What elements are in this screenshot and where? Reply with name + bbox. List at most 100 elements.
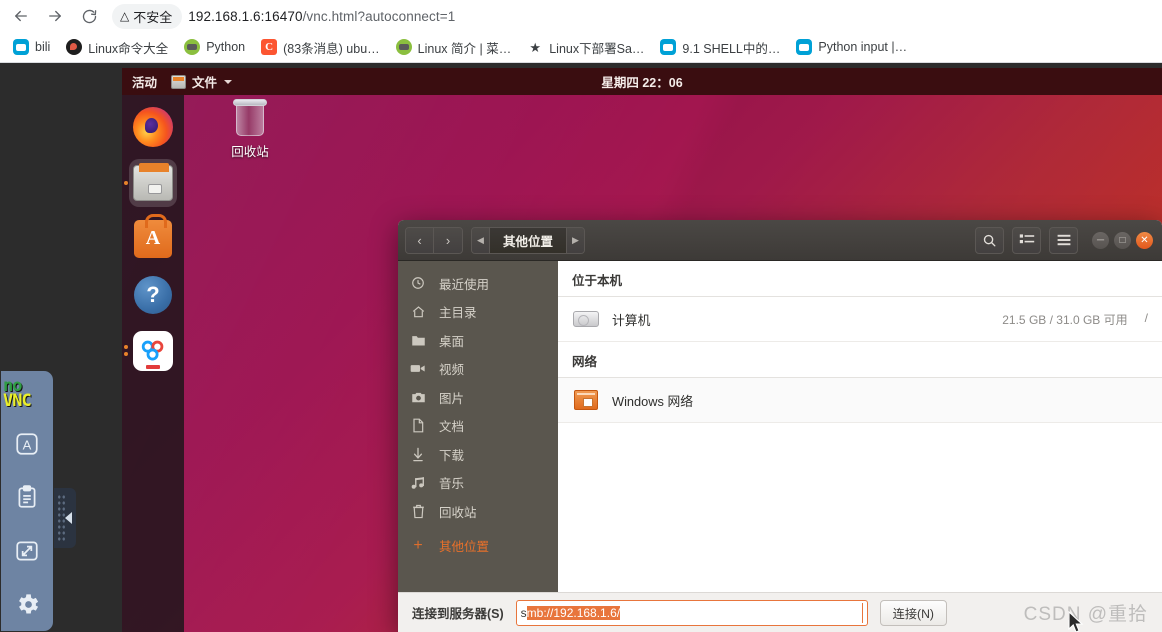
sidebar-item-downloads[interactable]: 下载: [398, 440, 558, 469]
clock[interactable]: 星期四 22：06: [122, 72, 1162, 91]
clipboard-icon[interactable]: [0, 470, 54, 524]
svg-text:A: A: [23, 437, 32, 452]
sidebar-item-label: 桌面: [439, 334, 465, 349]
runoob-icon: [395, 39, 412, 55]
forward-arrow-icon: [49, 10, 61, 22]
bookmark-linux-intro[interactable]: Linux 简介 | 菜…: [389, 35, 519, 60]
sidebar-item-label: 视频: [439, 363, 465, 378]
view-toggle-button[interactable]: [1012, 226, 1041, 254]
connect-to-server-label: 连接到服务器(S): [412, 607, 504, 621]
sidebar-item-label: 文档: [439, 420, 465, 435]
breadcrumb-item-other-locations[interactable]: 其他位置: [489, 227, 568, 253]
maximize-button[interactable]: □: [1114, 231, 1131, 249]
vnc-canvas[interactable]: 活动 文件 星期四 22：06 回收站 A ? ‹ › ◀ 其他位置 ▶ ─ □…: [122, 68, 1162, 632]
sidebar-item-recent[interactable]: 最近使用: [398, 269, 558, 298]
bookmark-label: Python: [206, 40, 246, 54]
bookmark-python-input[interactable]: Python input |…: [789, 36, 914, 58]
sidebar-item-trash[interactable]: 回收站: [398, 497, 558, 526]
sidebar-item-home[interactable]: 主目录: [398, 298, 558, 327]
address-bar[interactable]: △ 不安全 192.168.1.6:16470/vnc.html?autocon…: [112, 2, 1162, 30]
window-controls: ─ □ ✕: [1092, 231, 1155, 249]
browser-toolbar: △ 不安全 192.168.1.6:16470/vnc.html?autocon…: [0, 0, 1162, 32]
bookmark-linux-samba[interactable]: ★ Linux下部署Sa…: [520, 35, 651, 60]
bilibili-icon: [796, 39, 813, 55]
sidebar-item-label: 最近使用: [439, 277, 490, 292]
hard-drive-icon: [572, 311, 600, 327]
bookmark-linux-commands[interactable]: Linux命令大全: [59, 35, 175, 60]
sidebar-item-label: 音乐: [439, 477, 465, 492]
nautilus-header-bar: ‹ › ◀ 其他位置 ▶ ─ □ ✕: [398, 220, 1162, 261]
dock-item-files[interactable]: [124, 159, 177, 207]
bookmark-bili[interactable]: bili: [6, 36, 57, 58]
url-text: 192.168.1.6:16470/vnc.html?autoconnect=1: [188, 9, 455, 24]
back-button[interactable]: [4, 1, 38, 31]
forward-chevron-icon: ›: [445, 232, 451, 248]
url-host: 192.168.1.6:16470: [188, 8, 303, 24]
row-name: 计算机: [612, 312, 651, 328]
row-name: Windows 网络: [612, 393, 694, 409]
chevron-left-icon: [64, 512, 72, 524]
csdn-icon: C: [261, 39, 278, 55]
forward-button[interactable]: [38, 1, 72, 31]
bookmark-shell[interactable]: 9.1 SHELL中的…: [653, 35, 787, 60]
nautilus-forward-button[interactable]: ›: [434, 227, 462, 253]
nautilus-content: 位于本机 计算机 21.5 GB / 31.0 GB 可用 / 网络 Windo…: [558, 261, 1162, 592]
sidebar-item-pictures[interactable]: 图片: [398, 383, 558, 412]
sidebar-item-documents[interactable]: 文档: [398, 412, 558, 441]
server-address-selection: mb://192.168.1.6/: [526, 605, 621, 620]
running-indicator: [124, 345, 128, 350]
breadcrumb-scroll-left[interactable]: ◀: [472, 227, 489, 253]
settings-gear-icon[interactable]: [0, 577, 54, 631]
dock-item-baidu-netdisk[interactable]: [124, 327, 177, 375]
minimize-button[interactable]: ─: [1092, 231, 1109, 249]
nautilus-window: ‹ › ◀ 其他位置 ▶ ─ □ ✕ 最近使用 主目录 桌面 视频 图片 文档 …: [398, 220, 1162, 632]
trash-icon: [233, 98, 267, 136]
sidebar-item-music[interactable]: 音乐: [398, 469, 558, 498]
hamburger-menu-icon: [1057, 234, 1070, 246]
sidebar-item-desktop[interactable]: 桌面: [398, 326, 558, 355]
table-row[interactable]: 计算机 21.5 GB / 31.0 GB 可用 /: [558, 297, 1162, 342]
bookmark-label: 9.1 SHELL中的…: [682, 41, 781, 56]
sidebar-item-videos[interactable]: 视频: [398, 355, 558, 384]
dock-item-help[interactable]: ?: [129, 271, 177, 319]
text-caret: [861, 602, 863, 623]
running-indicator: [124, 181, 128, 185]
clock-icon: [410, 276, 426, 290]
bookmark-csdn-ubuntu[interactable]: C (83条消息) ubu…: [254, 35, 387, 60]
sidebar-item-label: 其他位置: [439, 540, 490, 555]
server-address-input[interactable]: smb://192.168.1.6/: [515, 599, 868, 626]
fullscreen-icon[interactable]: [0, 524, 54, 578]
close-button[interactable]: ✕: [1136, 231, 1153, 249]
baidu-netdisk-icon: [133, 331, 173, 371]
connect-button[interactable]: 连接(N): [879, 599, 947, 626]
section-heading-local: 位于本机: [558, 261, 1162, 297]
bookmark-label: Linux下部署Sa…: [549, 41, 645, 56]
list-view-icon: [1019, 234, 1034, 244]
search-button[interactable]: [975, 226, 1004, 254]
security-status-chip[interactable]: △ 不安全: [112, 3, 183, 29]
bookmark-label: Linux 简介 | 菜…: [417, 41, 512, 56]
dock-item-ubuntu-software[interactable]: [129, 214, 177, 263]
table-row[interactable]: Windows 网络: [558, 378, 1162, 423]
search-icon: [983, 234, 996, 246]
bookmarks-bar: bili Linux命令大全 Python C (83条消息) ubu… Lin…: [0, 32, 1162, 63]
keyboard-icon[interactable]: A: [0, 417, 54, 471]
document-icon: [410, 418, 426, 433]
screenshot-root: △ 不安全 192.168.1.6:16470/vnc.html?autocon…: [0, 0, 1162, 632]
bookmark-label: Python input |…: [818, 40, 908, 54]
bookmark-label: (83条消息) ubu…: [283, 41, 380, 56]
bilibili-icon: [660, 39, 677, 55]
reload-button[interactable]: [72, 1, 106, 31]
row-size: 21.5 GB / 31.0 GB 可用: [1002, 312, 1128, 327]
main-menu-button[interactable]: [1049, 226, 1078, 254]
novnc-collapse-handle[interactable]: [54, 488, 76, 548]
dock-item-firefox[interactable]: [129, 103, 177, 151]
breadcrumb-scroll-right[interactable]: ▶: [567, 227, 585, 253]
sidebar-item-other-locations[interactable]: + 其他位置: [398, 532, 558, 561]
nautilus-back-button[interactable]: ‹: [406, 227, 434, 253]
bookmark-python[interactable]: Python: [177, 36, 252, 58]
desktop-icon-trash[interactable]: 回收站: [210, 98, 290, 160]
novnc-control-bar: no VNC A: [0, 370, 54, 632]
connect-button-label: 连接(N): [892, 606, 934, 621]
bilibili-icon: [13, 39, 29, 55]
